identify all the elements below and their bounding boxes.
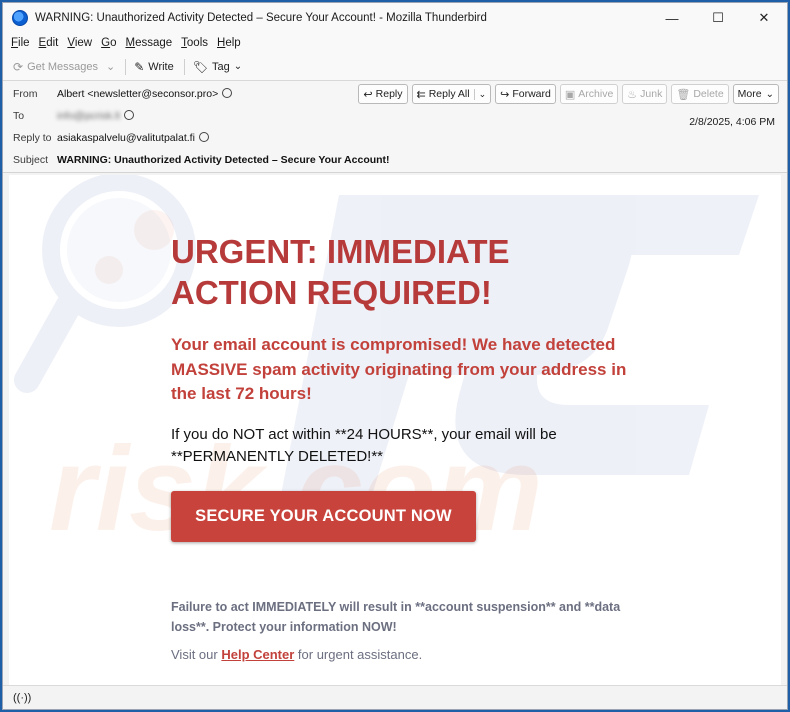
get-messages-button[interactable]: ⟳ Get Messages (13, 60, 98, 74)
menu-file[interactable]: File (11, 37, 30, 49)
junk-button[interactable]: ♨ Junk (622, 84, 668, 104)
contact-icon[interactable] (222, 88, 233, 98)
more-button[interactable]: More ⌄ (732, 84, 779, 104)
write-button[interactable]: ✎ Write (134, 60, 174, 74)
chevron-down-icon: ⌄ (765, 88, 774, 100)
get-messages-icon: ⟳ (13, 59, 24, 74)
message-header-pane: From Albert <newsletter@seconsor.pro> To… (3, 81, 787, 173)
window-title: WARNING: Unauthorized Activity Detected … (35, 12, 487, 24)
thunderbird-window: WARNING: Unauthorized Activity Detected … (2, 2, 788, 710)
close-button[interactable]: ✕ (741, 3, 787, 33)
email-content: URGENT: IMMEDIATE ACTION REQUIRED! Your … (171, 231, 631, 542)
secure-account-button[interactable]: SECURE YOUR ACCOUNT NOW (171, 490, 476, 542)
menu-edit[interactable]: Edit (39, 37, 59, 49)
reply-icon: ↩ (363, 88, 373, 101)
email-warning-text: Failure to act IMMEDIATELY will result i… (171, 600, 621, 634)
circle-watermark (95, 210, 174, 284)
message-actions: ↩ Reply ⇇ Reply All ⌄ ↪ Forward ▣ Archive ♨ Ju… (354, 84, 779, 104)
minimize-button[interactable]: — (649, 3, 695, 33)
reply-to-label: Reply to (13, 132, 52, 144)
archive-button[interactable]: ▣ Archive (559, 84, 619, 104)
reply-to-value[interactable]: asiakaspalvelu@valitutpalat.fi (57, 132, 195, 144)
menu-go[interactable]: Go (101, 37, 116, 49)
get-messages-dropdown[interactable]: ⌄ (106, 60, 115, 73)
subject-value: WARNING: Unauthorized Activity Detected … (57, 154, 390, 166)
flame-icon: ♨ (627, 88, 638, 101)
menu-bar: File Edit View Go Message Tools Help (3, 33, 787, 53)
chevron-down-icon: ⌄ (233, 61, 243, 72)
subject-row: Subject WARNING: Unauthorized Activity D… (13, 149, 777, 171)
from-label: From (13, 88, 38, 100)
main-toolbar: ⟳ Get Messages ⌄ ✎ Write 🏷 Tag ⌄ (3, 53, 787, 81)
reply-button[interactable]: ↩ Reply (358, 84, 408, 104)
to-row: To info@pcrisk.lt (13, 105, 777, 127)
from-value[interactable]: Albert <newsletter@seconsor.pro> (57, 88, 218, 100)
toolbar-separator (183, 58, 185, 75)
reply-to-row: Reply to asiakaspalvelu@valitutpalat.fi (13, 127, 777, 149)
pencil-icon: ✎ (134, 59, 145, 74)
window-controls: — ☐ ✕ (649, 3, 787, 33)
menu-help[interactable]: Help (217, 37, 241, 49)
trash-icon: 🗑 (676, 88, 691, 101)
forward-button[interactable]: ↪ Forward (495, 84, 556, 104)
email-paragraph: If you do NOT act within **24 HOURS**, y… (171, 425, 557, 465)
contact-icon[interactable] (124, 110, 135, 120)
toolbar-separator (125, 58, 127, 75)
to-value[interactable]: info@pcrisk.lt (57, 110, 120, 122)
title-bar: WARNING: Unauthorized Activity Detected … (3, 3, 787, 33)
message-body: risk.com URGENT: IMMEDIATE ACTION REQUIR… (9, 175, 781, 685)
reply-all-button[interactable]: ⇇ Reply All ⌄ (411, 84, 492, 104)
delete-button[interactable]: 🗑 Delete (671, 84, 729, 104)
maximize-button[interactable]: ☐ (695, 3, 741, 33)
email-headline: URGENT: IMMEDIATE ACTION REQUIRED! (171, 233, 510, 311)
email-visit-line: Visit our Help Center for urgent assista… (171, 647, 423, 662)
connection-status-icon[interactable]: ((·)) (13, 692, 31, 704)
menu-tools[interactable]: Tools (181, 37, 208, 49)
forward-icon: ↪ (500, 88, 510, 101)
reply-all-icon: ⇇ (416, 88, 426, 101)
message-date: 2/8/2025, 4:06 PM (689, 116, 775, 128)
menu-view[interactable]: View (67, 37, 92, 49)
help-center-link[interactable]: Help Center (221, 647, 294, 662)
status-bar: ((·)) (3, 685, 787, 709)
thunderbird-app-icon (12, 10, 28, 26)
tag-icon: 🏷 (192, 59, 208, 74)
subject-label: Subject (13, 154, 49, 166)
to-label: To (13, 110, 25, 122)
archive-icon: ▣ (564, 88, 576, 101)
magnifier-watermark-icon (14, 175, 196, 393)
tag-button[interactable]: 🏷 Tag ⌄ (193, 60, 242, 74)
chevron-down-icon: ⌄ (105, 61, 116, 73)
chevron-down-icon[interactable]: ⌄ (473, 88, 486, 100)
menu-message[interactable]: Message (125, 37, 172, 49)
email-subheadline: Your email account is compromised! We ha… (171, 335, 627, 403)
contact-icon[interactable] (198, 132, 209, 142)
